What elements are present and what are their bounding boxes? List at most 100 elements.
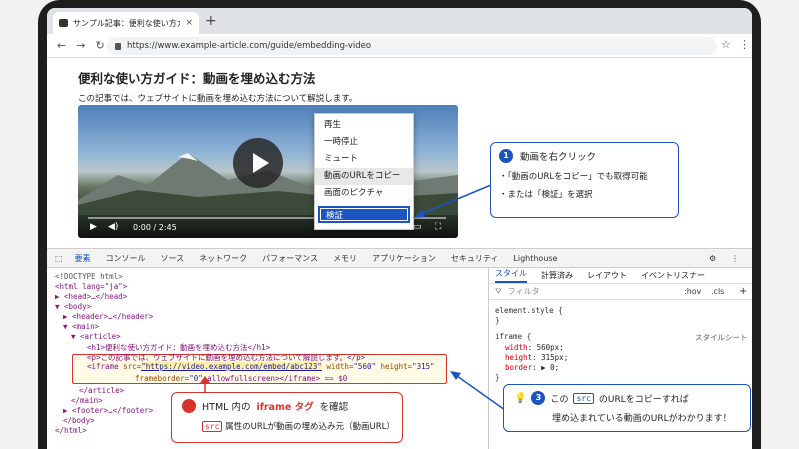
arrow-to-inspect (413, 184, 492, 218)
element-style-rule[interactable]: element.style { (495, 306, 563, 315)
article-close-line[interactable]: </article> (79, 386, 124, 395)
bookmark-star-icon[interactable]: ☆ (721, 38, 731, 51)
callout-step-2: 2 HTML 内の iframe タグ を確認 src 属性のURLが動画の埋め… (171, 392, 403, 443)
html-open-line[interactable]: <html lang="ja"> (55, 282, 127, 291)
body-close-line[interactable]: </body> (63, 416, 95, 425)
src-chip-blue: src (573, 392, 594, 404)
menu-item-pip[interactable]: 画面のピクチャ (315, 185, 413, 202)
iframe-close-text: allowfullscreen></iframe> == $0 (207, 374, 348, 383)
callout-2-desc: 属性のURLが動画の埋め込み元（動画URL） (225, 422, 395, 432)
fullscreen-icon[interactable]: ⛶ (435, 222, 441, 232)
tab-title: サンプル記事：便利な使い方ガイド (73, 18, 180, 28)
rule-height[interactable]: height: 315px; (505, 353, 568, 362)
tab-application[interactable]: アプリケーション (372, 253, 436, 264)
browser-menu-icon[interactable]: ⋮ (739, 38, 750, 51)
tab-event-listeners[interactable]: イベントリスナー (641, 270, 705, 281)
tab-close-icon[interactable]: × (185, 18, 193, 28)
reload-icon[interactable]: ↻ (95, 39, 104, 52)
arrow-to-src (450, 371, 506, 411)
rule-border[interactable]: border: ▶ 0; (505, 363, 559, 372)
callout-3-line2: 埋め込まれている動画のURLがわかります！ (552, 414, 732, 424)
new-tab-button[interactable]: + (205, 13, 217, 29)
lock-icon (115, 42, 121, 50)
tab-memory[interactable]: メモリ (333, 253, 357, 264)
article-open-line[interactable]: ▼ <article> (71, 332, 121, 341)
tab-performance[interactable]: パフォーマンス (262, 253, 318, 264)
url-text: https://www.example-article.com/guide/em… (127, 41, 372, 51)
back-icon[interactable]: ← (57, 39, 66, 52)
callout-3-line1-post: のURLをコピーすれば (598, 394, 689, 405)
callout-1-title: 動画を右クリック (520, 152, 597, 163)
menu-item-pause[interactable]: 一時停止 (315, 134, 413, 151)
callout-2-title-pre: HTML 内の (202, 402, 251, 413)
filter-placeholder: フィルタ (507, 287, 540, 296)
html-close-line[interactable]: </html> (55, 426, 87, 435)
callout-1-bullet-2: ・または「検証」を選択 (499, 190, 593, 200)
inspect-element-icon[interactable]: ⬚ (55, 254, 63, 263)
rule-width-val: 560px; (536, 343, 564, 352)
menu-item-mute[interactable]: ミュート (315, 151, 413, 168)
play-button[interactable] (233, 138, 283, 188)
volume-icon[interactable]: ◀) (108, 222, 118, 232)
tab-console[interactable]: コンソール (106, 253, 146, 264)
styles-filter[interactable]: ⛛ フィルタ :hov .cls + (489, 284, 752, 300)
callout-step-1: 1 動画を右クリック ・「動画のURLをコピー」でも取得可能 ・または「検証」を… (490, 142, 679, 218)
play-icon[interactable]: ▶ (90, 222, 97, 232)
height-attr-value: "315" (412, 362, 435, 371)
page-title: 便利な使い方ガイド：動画を埋め込む方法 (78, 71, 316, 86)
iframe-line-2[interactable]: frameborder="0" allowfullscreen></iframe… (135, 374, 347, 383)
theater-mode-icon[interactable]: ▭ (413, 222, 422, 232)
tab-sources[interactable]: ソース (161, 253, 185, 264)
callout-2-title-post: を確認 (319, 402, 349, 413)
main-close-line[interactable]: </main> (71, 396, 103, 405)
video-time: 0:00 / 2:45 (133, 223, 177, 232)
rule-width[interactable]: width: 560px; (505, 343, 564, 352)
callout-3-line1-pre: この (550, 394, 569, 405)
footer-line[interactable]: ▶ <footer>…</footer> (63, 406, 153, 415)
devtools-tab-bar: ⬚ 要素 コンソール ソース ネットワーク パフォーマンス メモリ アプリケーシ… (47, 248, 752, 270)
tab-layout[interactable]: レイアウト (587, 270, 627, 281)
frameborder-attr-name: frameborder= (135, 374, 190, 383)
url-input[interactable]: https://www.example-article.com/guide/em… (107, 37, 717, 55)
site-favicon-icon (59, 19, 68, 27)
callout-2-title-em: iframe タグ (256, 402, 314, 413)
styles-tab-bar: スタイル 計算済み レイアウト イベントリスナー (489, 268, 752, 284)
tab-styles[interactable]: スタイル (495, 268, 527, 283)
head-line[interactable]: ▶ <head>…</head> (55, 292, 127, 301)
browser-window: サンプル記事：便利な使い方ガイド × + ← → ↻ https://www.e… (47, 8, 752, 449)
hov-button[interactable]: :hov (684, 287, 701, 296)
add-rule-button[interactable]: + (739, 286, 747, 297)
tab-network[interactable]: ネットワーク (199, 253, 247, 264)
tab-computed[interactable]: 計算済み (541, 270, 573, 281)
video-player[interactable]: ▶ ◀) 0:00 / 2:45 ⚙ ▭ ⛶ 再生 一時停止 ミュート 動画のU… (78, 105, 458, 238)
main-open-line[interactable]: ▼ <main> (63, 322, 99, 331)
page-intro: この記事では、ウェブサイトに動画を埋め込む方法について解説します。 (78, 94, 358, 104)
src-attr-value[interactable]: "https://video.example.com/embed/abc123" (141, 362, 322, 371)
step-2-badge: 2 (182, 399, 196, 413)
cls-button[interactable]: .cls (711, 287, 724, 296)
devtools-settings-icon[interactable]: ⚙ (709, 254, 716, 263)
tab-security[interactable]: セキュリティ (451, 253, 499, 264)
tab-elements[interactable]: 要素 (74, 253, 91, 270)
header-line[interactable]: ▶ <header>…</header> (63, 312, 153, 321)
menu-item-copy-url[interactable]: 動画のURLをコピー (315, 168, 413, 185)
browser-tab[interactable]: サンプル記事：便利な使い方ガイド × (53, 12, 199, 34)
rule-border-prop: border (505, 363, 533, 372)
forward-icon[interactable]: → (76, 39, 85, 52)
tab-lighthouse[interactable]: Lighthouse (513, 254, 557, 263)
menu-item-play[interactable]: 再生 (315, 117, 413, 134)
context-menu: 再生 一時停止 ミュート 動画のURLをコピー 画面のピクチャ 検証 (314, 113, 414, 230)
rule-height-val: 315px; (541, 353, 569, 362)
rule-border-val: ▶ 0; (541, 363, 560, 372)
iframe-line-1[interactable]: <iframe src="https://video.example.com/e… (87, 362, 435, 371)
devtools-menu-icon[interactable]: ⋮ (731, 254, 739, 263)
rule-height-prop: height (505, 353, 533, 362)
filter-icon: ⛛ (495, 286, 502, 296)
body-open-line[interactable]: ▼ <body> (55, 302, 91, 311)
address-bar: ← → ↻ https://www.example-article.com/gu… (47, 34, 752, 58)
tab-bar: サンプル記事：便利な使い方ガイド × + (47, 8, 752, 34)
iframe-rule-selector[interactable]: iframe { (495, 332, 531, 341)
height-attr-name: height= (380, 362, 413, 371)
menu-item-inspect[interactable]: 検証 (318, 206, 410, 223)
src-chip: src (202, 421, 223, 432)
